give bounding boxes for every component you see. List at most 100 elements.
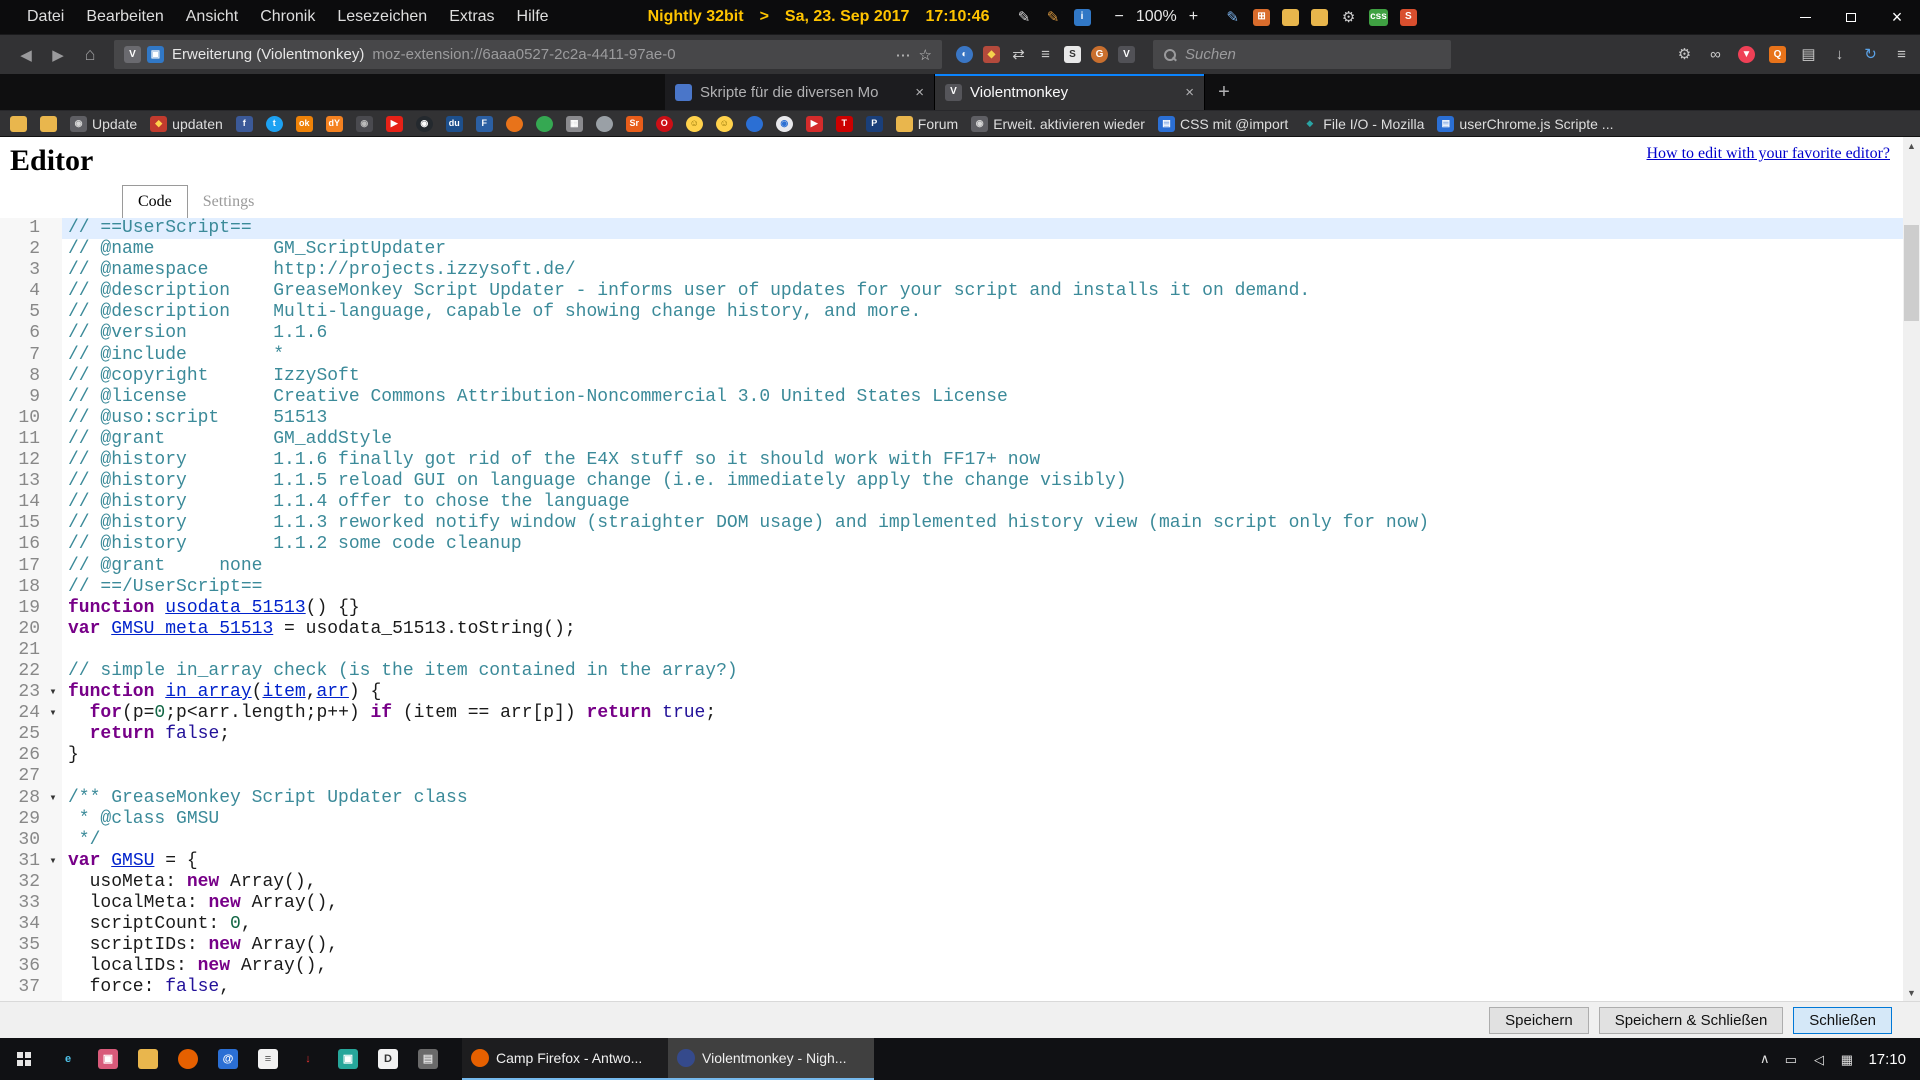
tab-close-icon[interactable]: × [915, 84, 924, 101]
link-chain-icon[interactable]: ∞ [1707, 46, 1724, 63]
scroll-up-icon[interactable]: ▲ [1903, 137, 1920, 154]
t-favicon[interactable]: T [836, 116, 853, 132]
fold-arrow-icon[interactable]: ▾ [44, 703, 62, 724]
p-favicon[interactable]: P [866, 116, 883, 132]
zoom-in-button[interactable]: + [1189, 8, 1198, 26]
orange-favicon[interactable] [506, 116, 523, 132]
gear-icon[interactable]: ⚙ [1340, 9, 1357, 26]
white-blue-favicon[interactable]: ◉ [776, 116, 793, 132]
tray-display-icon[interactable]: ▭ [1782, 1051, 1799, 1068]
code-line[interactable]: // ==/UserScript== [62, 577, 1920, 598]
code-line[interactable]: // @grant GM_addStyle [62, 429, 1920, 450]
list-icon[interactable]: ≡ [1037, 46, 1054, 63]
opera-favicon[interactable]: O [656, 116, 673, 132]
notepad-icon-button[interactable]: ≡ [248, 1038, 288, 1080]
search-input[interactable]: Suchen [1153, 40, 1451, 69]
firefox-icon-button[interactable] [168, 1038, 208, 1080]
browser-tab-active[interactable]: VViolentmonkey× [935, 74, 1205, 110]
menu-item-chronik[interactable]: Chronik [249, 8, 326, 26]
bookmarks-folder[interactable] [10, 116, 27, 132]
ok-favicon[interactable]: ok [296, 116, 313, 132]
code-line[interactable]: scriptCount: 0, [62, 914, 1920, 935]
blue-favicon[interactable] [746, 116, 763, 132]
code-editor[interactable]: 1// ==UserScript==2// @name GM_ScriptUpd… [0, 218, 1920, 1001]
sync-icon[interactable]: ↻ [1862, 46, 1879, 63]
mail-icon-button[interactable]: @ [208, 1038, 248, 1080]
taskbar-clock[interactable]: 17:10 [1868, 1051, 1906, 1068]
minimize-button[interactable] [1782, 0, 1828, 34]
green-favicon[interactable] [536, 116, 553, 132]
code-line[interactable]: /** GreaseMonkey Script Updater class [62, 788, 1920, 809]
f-favicon[interactable]: F [476, 116, 493, 132]
code-line[interactable]: // simple in_array check (is the item co… [62, 661, 1920, 682]
bookmark-file-io[interactable]: ◆File I/O - Mozilla [1301, 116, 1424, 132]
addon-colored-icon[interactable]: ◆ [983, 46, 1000, 63]
new-tab-button[interactable]: + [1205, 74, 1243, 110]
back-button[interactable]: ◀ [10, 46, 42, 64]
puzzle-favicon[interactable]: ▦ [566, 116, 583, 132]
wrench-icon[interactable]: ⚙ [1676, 46, 1693, 63]
fold-arrow-icon[interactable]: ▾ [44, 682, 62, 703]
printer-icon-button[interactable]: ▤ [408, 1038, 448, 1080]
bookmarks-folder-2[interactable] [40, 116, 57, 132]
code-line[interactable]: */ [62, 830, 1920, 851]
code-line[interactable]: // @history 1.1.5 reload GUI on language… [62, 471, 1920, 492]
code-line[interactable]: for(p=0;p<arr.length;p++) if (item == ar… [62, 703, 1920, 724]
close-button[interactable]: Schließen [1793, 1007, 1892, 1034]
start-button[interactable] [0, 1038, 48, 1080]
bookmark-userchrome-scripts[interactable]: ▤userChrome.js Scripte ... [1437, 116, 1613, 132]
code-line[interactable]: // @namespace http://projects.izzysoft.d… [62, 260, 1920, 281]
code-line[interactable]: // @description Multi-language, capable … [62, 302, 1920, 323]
menu-item-ansicht[interactable]: Ansicht [175, 8, 249, 26]
menu-item-lesezeichen[interactable]: Lesezeichen [326, 8, 438, 26]
maximize-button[interactable] [1828, 0, 1874, 34]
bookmark-forum[interactable]: Forum [896, 116, 958, 132]
info-icon[interactable]: i [1074, 9, 1091, 26]
fold-arrow-icon[interactable]: ▾ [44, 851, 62, 872]
d-icon-button[interactable]: D [368, 1038, 408, 1080]
scroll-down-icon[interactable]: ▼ [1903, 984, 1920, 1001]
github-favicon[interactable]: ◉ [416, 116, 433, 132]
bookmark-update[interactable]: ◉Update [70, 116, 137, 132]
tab-settings[interactable]: Settings [188, 186, 270, 218]
code-line[interactable]: return false; [62, 724, 1920, 745]
bookmark-updaten[interactable]: ◆updaten [150, 116, 223, 132]
help-link[interactable]: How to edit with your favorite editor? [1647, 145, 1891, 163]
pocket-icon[interactable]: ▼ [1738, 46, 1755, 63]
code-line[interactable]: // @history 1.1.6 finally got rid of the… [62, 450, 1920, 471]
code-line[interactable]: // @description GreaseMonkey Script Upda… [62, 281, 1920, 302]
apps-grid-icon[interactable]: ⊞ [1253, 9, 1270, 26]
code-line[interactable]: // @history 1.1.2 some code cleanup [62, 534, 1920, 555]
code-line[interactable]: // @name GM_ScriptUpdater [62, 239, 1920, 260]
code-line[interactable]: var GMSU_meta_51513 = usodata_51513.toSt… [62, 619, 1920, 640]
code-line[interactable] [62, 640, 1920, 661]
code-line[interactable]: scriptIDs: new Array(), [62, 935, 1920, 956]
save-and-close-button[interactable]: Speichern & Schließen [1599, 1007, 1784, 1034]
scrollbar-thumb[interactable] [1904, 225, 1919, 321]
zoom-out-button[interactable]: − [1115, 8, 1124, 26]
menu-item-datei[interactable]: Datei [16, 8, 75, 26]
code-line[interactable]: force: false, [62, 977, 1920, 998]
violentmonkey-icon[interactable]: V [1118, 46, 1135, 63]
stylish-icon[interactable]: S [1064, 46, 1081, 63]
code-line[interactable]: localMeta: new Array(), [62, 893, 1920, 914]
globe-icon[interactable]: ◐ [956, 46, 973, 63]
url-bar[interactable]: V▣ Erweiterung (Violentmonkey) moz-exten… [114, 40, 942, 69]
code-line[interactable]: // @grant none [62, 556, 1920, 577]
bookmark-erweit-aktivieren[interactable]: ◉Erweit. aktivieren wieder [971, 116, 1145, 132]
code-line[interactable]: // @version 1.1.6 [62, 323, 1920, 344]
addon-badge-icon[interactable]: S [1400, 9, 1417, 26]
tray-keyboard-icon[interactable]: ▦ [1838, 1051, 1855, 1068]
code-line[interactable]: localIDs: new Array(), [62, 956, 1920, 977]
edge-icon-button[interactable]: e [48, 1038, 88, 1080]
close-window-button[interactable]: × [1874, 0, 1920, 34]
fold-arrow-icon[interactable]: ▾ [44, 788, 62, 809]
greasemonkey-icon[interactable]: G [1091, 46, 1108, 63]
sync-arrows-icon[interactable]: ⇄ [1010, 46, 1027, 63]
sidebar-icon[interactable]: ▤ [1800, 46, 1817, 63]
image-viewer-icon-button[interactable]: ▣ [88, 1038, 128, 1080]
forward-button[interactable]: ▶ [42, 46, 74, 64]
youtube-favicon[interactable]: ▶ [386, 116, 403, 132]
bookmark-star-icon[interactable]: ☆ [919, 46, 932, 64]
css-badge-icon[interactable]: css [1369, 9, 1388, 26]
